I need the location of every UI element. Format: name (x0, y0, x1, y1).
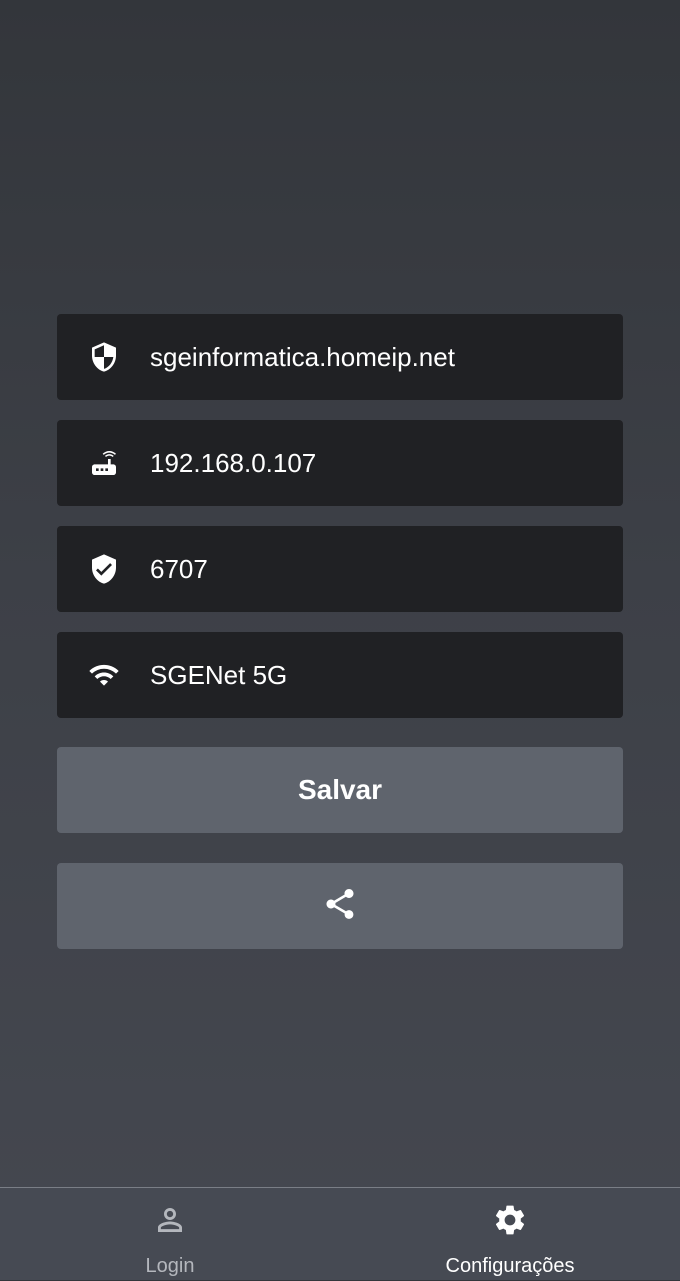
local-ip-value: 192.168.0.107 (150, 448, 317, 478)
shield-half-icon (87, 340, 121, 374)
nav-label-configuracoes: Configurações (445, 1255, 575, 1277)
wifi-network-value: SGENet 5G (150, 660, 288, 690)
wifi-icon (87, 658, 121, 692)
port-field[interactable]: 6707 (57, 526, 623, 612)
local-ip-field[interactable]: 192.168.0.107 (57, 420, 623, 506)
verified-shield-icon (87, 552, 121, 586)
person-icon (152, 1202, 188, 1238)
nav-label-login: Login (145, 1255, 195, 1277)
nav-item-login[interactable]: Login (0, 1188, 340, 1281)
save-button[interactable]: Salvar (57, 747, 623, 833)
share-icon (322, 886, 358, 927)
nav-item-configuracoes[interactable]: Configurações (340, 1188, 680, 1281)
wifi-network-field[interactable]: SGENet 5G (57, 632, 623, 718)
router-icon (87, 446, 121, 480)
save-button-label: Salvar (297, 774, 383, 805)
server-host-field[interactable]: sgeinformatica.homeip.net (57, 314, 623, 400)
share-button[interactable] (57, 863, 623, 949)
bottom-navigation: Login Configurações (0, 1187, 680, 1280)
gear-icon (492, 1202, 528, 1238)
server-host-value: sgeinformatica.homeip.net (150, 342, 455, 372)
port-value: 6707 (150, 554, 208, 584)
